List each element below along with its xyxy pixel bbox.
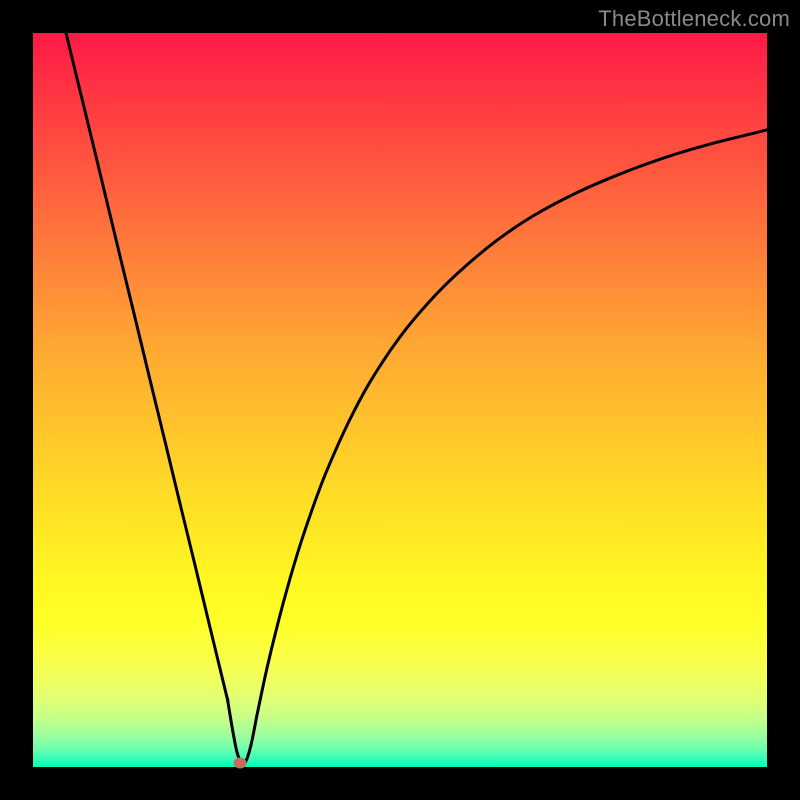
- plot-area: [33, 33, 767, 767]
- watermark-text: TheBottleneck.com: [598, 6, 790, 32]
- chart-frame: TheBottleneck.com: [0, 0, 800, 800]
- bottleneck-curve: [33, 33, 767, 767]
- optimum-marker: [233, 757, 246, 768]
